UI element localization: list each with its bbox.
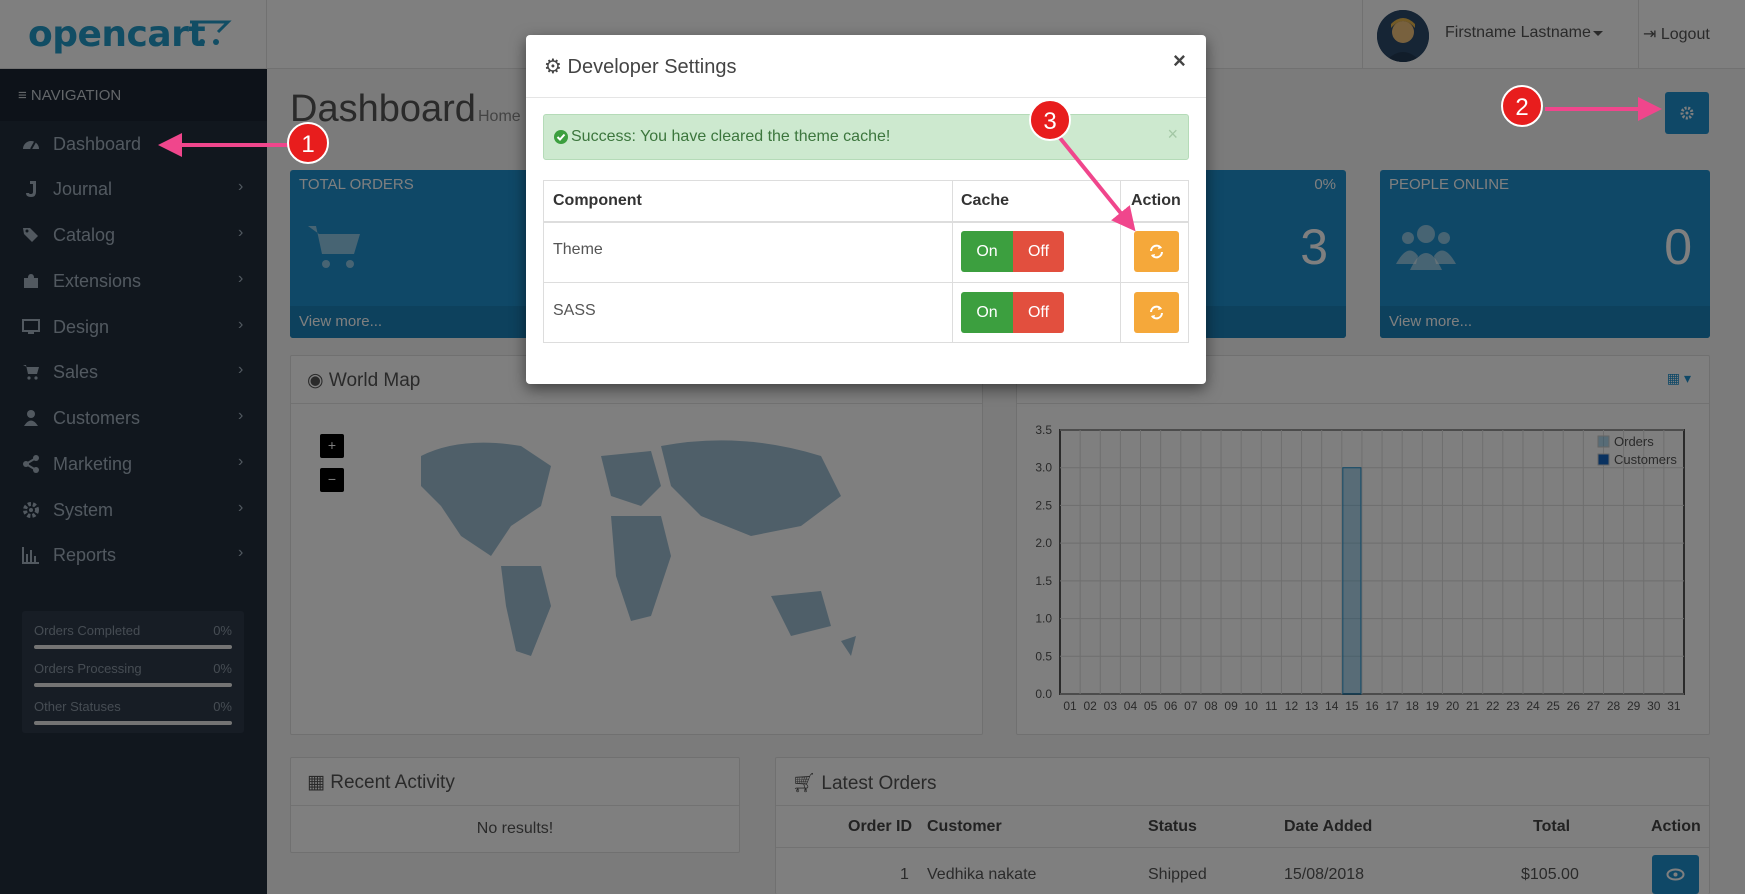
annotation-arrows — [158, 97, 1662, 232]
annotation-marker: 2 — [1501, 85, 1543, 127]
annotation-marker: 3 — [1029, 99, 1071, 141]
annotation-marker: 1 — [287, 122, 329, 164]
arrow-3 — [1058, 136, 1136, 232]
